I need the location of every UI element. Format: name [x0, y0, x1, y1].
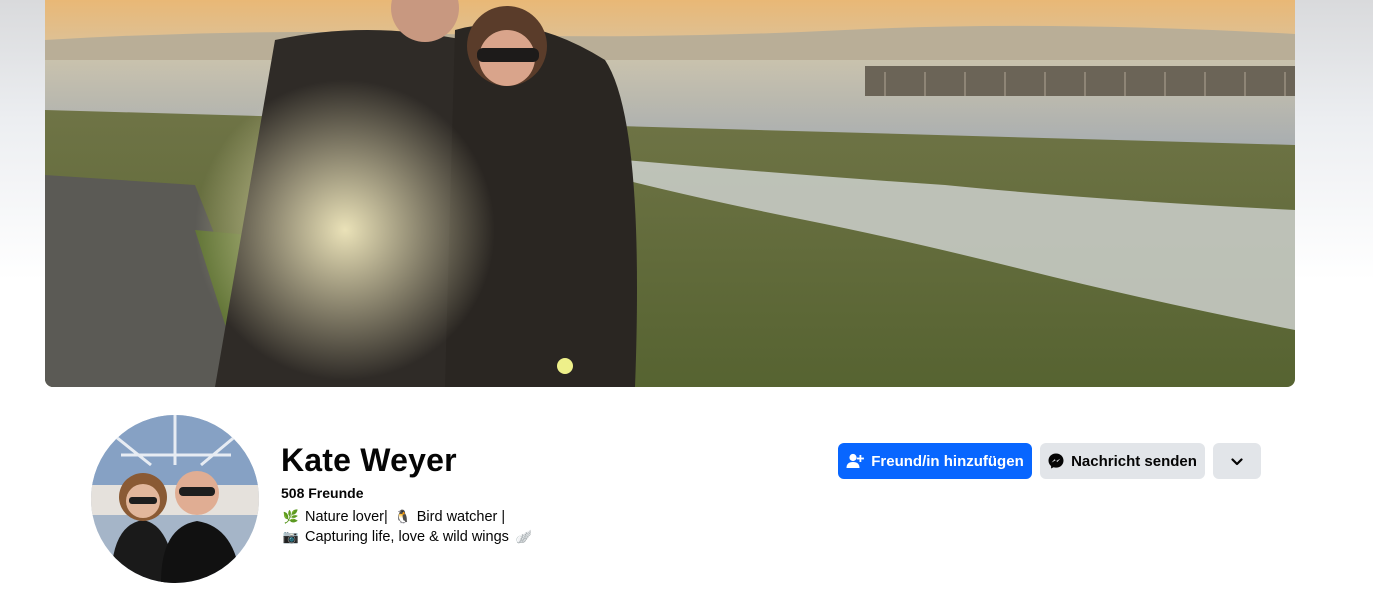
wing-icon: 🪽	[515, 529, 532, 544]
add-friend-icon	[846, 453, 865, 469]
penguin-icon: 🐧	[394, 509, 411, 524]
add-friend-label: Freund/in hinzufügen	[871, 452, 1024, 470]
profile-avatar[interactable]	[89, 413, 261, 585]
friends-count[interactable]: 508 Freunde	[281, 484, 363, 502]
more-options-button[interactable]	[1213, 443, 1261, 479]
bio-line-2: 📷 Capturing life, love & wild wings 🪽	[282, 527, 533, 547]
profile-name: Kate Weyer	[281, 442, 457, 478]
camera-icon: 📷	[282, 529, 300, 544]
cover-photo[interactable]	[45, 0, 1295, 387]
bio-line-1: 🌿 Nature lover| 🐧 Bird watcher |	[282, 507, 533, 527]
profile-bio: 🌿 Nature lover| 🐧 Bird watcher | 📷 Captu…	[282, 507, 533, 547]
bio-text-2: Bird watcher |	[416, 509, 506, 525]
bio-text-1: Nature lover|	[305, 509, 388, 525]
send-message-label: Nachricht senden	[1071, 452, 1197, 470]
messenger-icon	[1048, 453, 1064, 469]
chevron-down-icon	[1231, 453, 1243, 470]
send-message-button[interactable]: Nachricht senden	[1040, 443, 1205, 479]
seedling-icon: 🌿	[282, 509, 300, 524]
add-friend-button[interactable]: Freund/in hinzufügen	[838, 443, 1032, 479]
bio-text-3: Capturing life, love & wild wings	[305, 529, 509, 545]
